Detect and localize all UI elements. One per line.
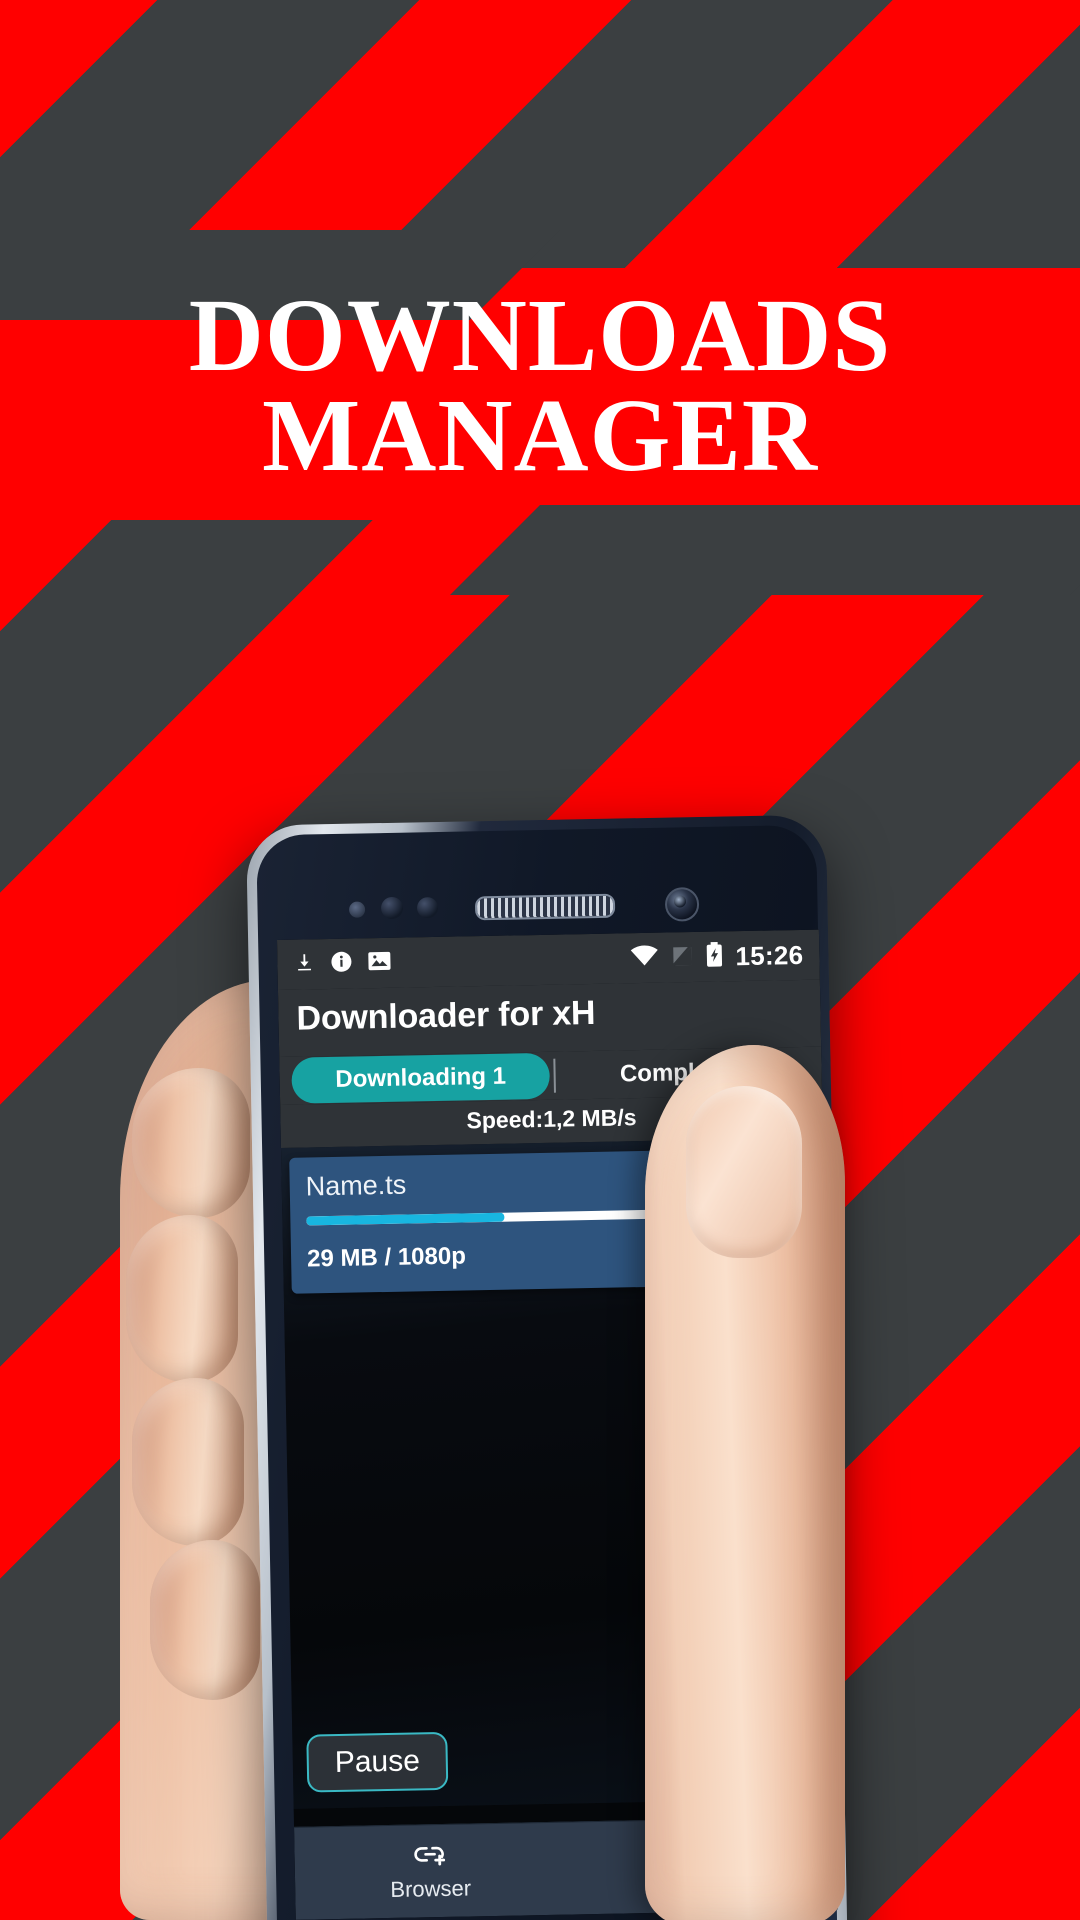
finger-2 (126, 1215, 238, 1383)
proximity-sensor (348, 901, 366, 918)
pause-button[interactable]: Pause (306, 1731, 449, 1793)
nav-label-browser: Browser (390, 1874, 472, 1902)
status-bar-clock: 15:26 (735, 939, 804, 971)
status-bar-notifications (293, 948, 392, 979)
tab-downloading[interactable]: Downloading 1 (291, 1052, 551, 1104)
nav-item-browser[interactable]: Browser (294, 1823, 567, 1920)
add-link-icon (413, 1840, 448, 1872)
headline-line-1: DOWNLOADS (188, 278, 892, 393)
headline-line-2: MANAGER (262, 377, 818, 493)
sensor-dot-3 (416, 897, 439, 919)
phone-top-sensors (276, 867, 817, 939)
poster: DOWNLOADS MANAGER 15:26 Downloader for x… (0, 0, 1080, 1920)
app-title: Downloader for xH (296, 993, 596, 1038)
image-icon (367, 949, 392, 976)
no-sim-icon (671, 943, 694, 972)
front-camera (664, 887, 700, 922)
earpiece-speaker (474, 893, 616, 921)
download-icon (293, 950, 316, 979)
sensor-dot-2 (380, 896, 404, 920)
status-bar-system-icons: 15:26 (629, 939, 804, 973)
wifi-icon (629, 943, 660, 973)
band-wedge-bottom-right (450, 505, 1080, 595)
battery-charging-icon (705, 941, 724, 972)
pause-button-wrap: Pause (306, 1731, 449, 1793)
finger-3 (132, 1378, 244, 1546)
download-progress-fill (306, 1212, 505, 1226)
poster-headline: DOWNLOADS MANAGER (0, 284, 1080, 493)
info-icon (329, 949, 354, 978)
finger-1 (132, 1068, 250, 1218)
thumbnail-plate (686, 1086, 802, 1258)
finger-4 (150, 1540, 260, 1700)
